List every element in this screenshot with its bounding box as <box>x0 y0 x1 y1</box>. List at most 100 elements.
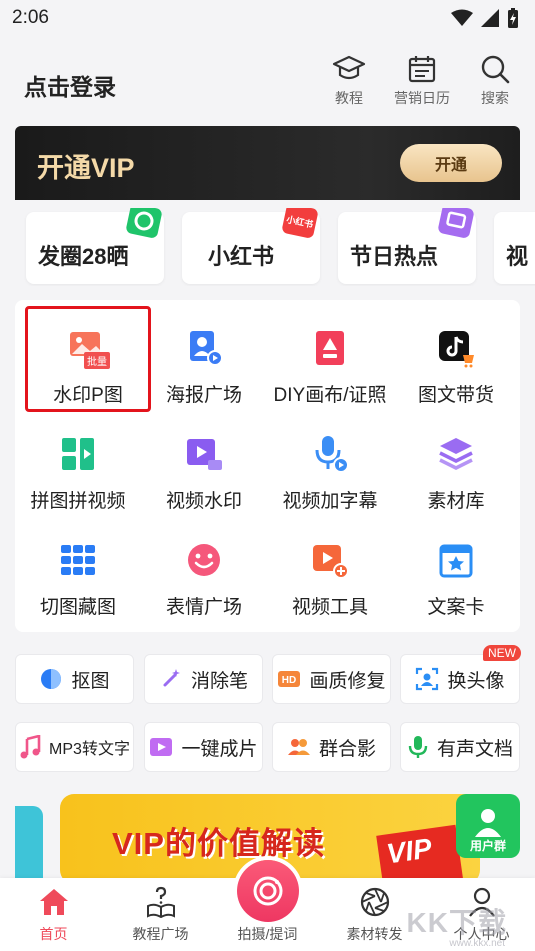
login-link[interactable]: 点击登录 <box>24 68 116 102</box>
tool-label: 文案卡 <box>427 597 485 618</box>
vip-title: 开通VIP <box>37 153 135 183</box>
status-icons <box>451 8 519 28</box>
grid-icon <box>58 540 98 580</box>
vip-open-button[interactable]: 开通 <box>400 144 502 182</box>
aperture-icon <box>360 887 389 917</box>
new-badge: NEW <box>483 645 521 661</box>
header: 点击登录 教程 营销日历 搜索 <box>0 50 535 114</box>
chip-video[interactable]: 视 <box>494 212 535 284</box>
quick-one-click-video[interactable]: 一键成片 <box>144 722 263 772</box>
quick-label: 有声文档 <box>436 738 513 760</box>
quick-label: 消除笔 <box>190 670 248 692</box>
chip-xiaohongshu[interactable]: 小红书 小红书 <box>182 208 320 284</box>
tool-poster[interactable]: 海报广场 <box>141 306 267 412</box>
user-icon <box>475 809 501 837</box>
tool-label: 素材库 <box>427 491 485 512</box>
quick-label: 画质修复 <box>309 670 386 692</box>
status-bar: 2:06 <box>0 0 535 36</box>
tool-collage-video[interactable]: 拼图拼视频 <box>15 412 141 518</box>
tiktok-cart-icon <box>436 328 476 368</box>
tool-video-subtitles[interactable]: 视频加字幕 <box>267 412 393 518</box>
chip-faquan[interactable]: 发圈28晒 <box>26 208 164 284</box>
tool-diy-canvas[interactable]: DIY画布/证照 <box>267 306 393 412</box>
group-photo-icon <box>287 739 310 755</box>
tool-label: 水印P图 <box>53 385 123 406</box>
tool-label: 海报广场 <box>165 385 242 406</box>
marketing-calendar-button[interactable]: 营销日历 <box>389 54 455 108</box>
camera-lens-icon <box>253 876 283 906</box>
tool-label: 表情广场 <box>165 597 242 618</box>
svg-text:HD: HD <box>282 675 296 686</box>
promo-prev-slide[interactable] <box>15 806 43 884</box>
tool-cut-grid[interactable]: 切图藏图 <box>15 518 141 624</box>
tool-label: 拼图拼视频 <box>30 491 126 512</box>
cutout-icon <box>41 669 62 689</box>
quick-label: 换头像 <box>447 670 505 692</box>
tab-tutorials[interactable]: 教程广场 <box>107 878 214 951</box>
tool-label: 切图藏图 <box>39 597 116 618</box>
microphone-icon <box>310 434 350 474</box>
hd-icon: HD <box>278 671 301 687</box>
tool-material-library[interactable]: 素材库 <box>393 412 519 518</box>
vip-banner[interactable]: 开通VIP 开通 <box>15 126 520 200</box>
tool-emoji[interactable]: 表情广场 <box>141 518 267 624</box>
tool-label: DIY画布/证照 <box>273 385 387 406</box>
camera-button[interactable] <box>237 860 299 922</box>
quick-face-swap[interactable]: 换头像 NEW <box>400 645 521 704</box>
music-note-icon <box>20 735 41 759</box>
quick-mp3-to-text[interactable]: MP3转文字 <box>15 722 134 772</box>
battery-icon <box>508 8 518 28</box>
layers-icon <box>436 434 476 474</box>
voice-doc-icon <box>408 736 428 758</box>
site-watermark-url: www.kkx.net <box>449 938 505 949</box>
quick-eraser[interactable]: 消除笔 <box>144 654 263 704</box>
signal-icon <box>481 9 499 27</box>
watermark-photo-icon: 批量 <box>68 328 110 369</box>
tool-product-post[interactable]: 图文带货 <box>393 306 519 412</box>
tool-label: 视频工具 <box>291 597 368 618</box>
play-icon <box>150 738 173 756</box>
video-tool-icon <box>310 540 350 580</box>
promo-text: VIP的价值解读 <box>112 826 325 861</box>
face-swap-icon <box>416 667 439 691</box>
card-badge-icon <box>437 208 475 239</box>
quick-quality-repair[interactable]: HD 画质修复 <box>272 654 391 704</box>
star-card-icon <box>436 540 476 580</box>
tab-label: 拍摄/提词 <box>237 926 298 942</box>
tool-copy-card[interactable]: 文案卡 <box>393 518 519 624</box>
tool-video-watermark[interactable]: 视频水印 <box>141 412 267 518</box>
collage-icon <box>58 434 98 474</box>
search-button[interactable]: 搜索 <box>462 54 528 108</box>
magic-wand-icon <box>163 669 180 687</box>
tool-video-tools[interactable]: 视频工具 <box>267 518 393 624</box>
tool-label: 视频加字幕 <box>282 491 378 512</box>
chip-festival[interactable]: 节日热点 <box>338 208 476 284</box>
site-watermark: KK下载 <box>406 907 507 938</box>
poster-icon <box>184 328 224 368</box>
quick-group-photo[interactable]: 群合影 <box>272 722 391 772</box>
quick-cutout[interactable]: 抠图 <box>15 654 134 704</box>
quick-label: 群合影 <box>318 738 376 760</box>
chip-label: 节日热点 <box>350 244 439 269</box>
quick-label: 抠图 <box>71 670 110 692</box>
marketing-calendar-label: 营销日历 <box>394 90 450 106</box>
tool-label: 视频水印 <box>165 491 242 512</box>
video-watermark-icon <box>184 434 224 474</box>
camera-badge-icon <box>125 208 163 239</box>
search-label: 搜索 <box>481 90 509 106</box>
quick-label: MP3转文字 <box>49 741 130 758</box>
quick-label: 一键成片 <box>181 738 258 760</box>
tool-watermark-photo[interactable]: 批量 水印P图 <box>25 306 151 412</box>
tab-home[interactable]: 首页 <box>0 878 107 951</box>
xiaohongshu-badge-icon: 小红书 <box>281 208 319 239</box>
tab-label: 首页 <box>39 926 68 942</box>
wifi-icon <box>451 9 473 26</box>
tab-label: 教程广场 <box>132 926 189 942</box>
quick-voice-doc[interactable]: 有声文档 <box>400 722 520 772</box>
smile-icon <box>184 540 224 580</box>
user-group-label: 用户群 <box>469 839 506 853</box>
tutorial-button[interactable]: 教程 <box>316 54 382 108</box>
promo-vip-tag: VIP <box>376 824 464 884</box>
tools-card: 批量 水印P图 海报广场 DIY画布/证照 图文带货 拼图拼视频 视频水印 视频… <box>15 300 520 632</box>
user-group-button[interactable]: 用户群 <box>456 794 520 858</box>
